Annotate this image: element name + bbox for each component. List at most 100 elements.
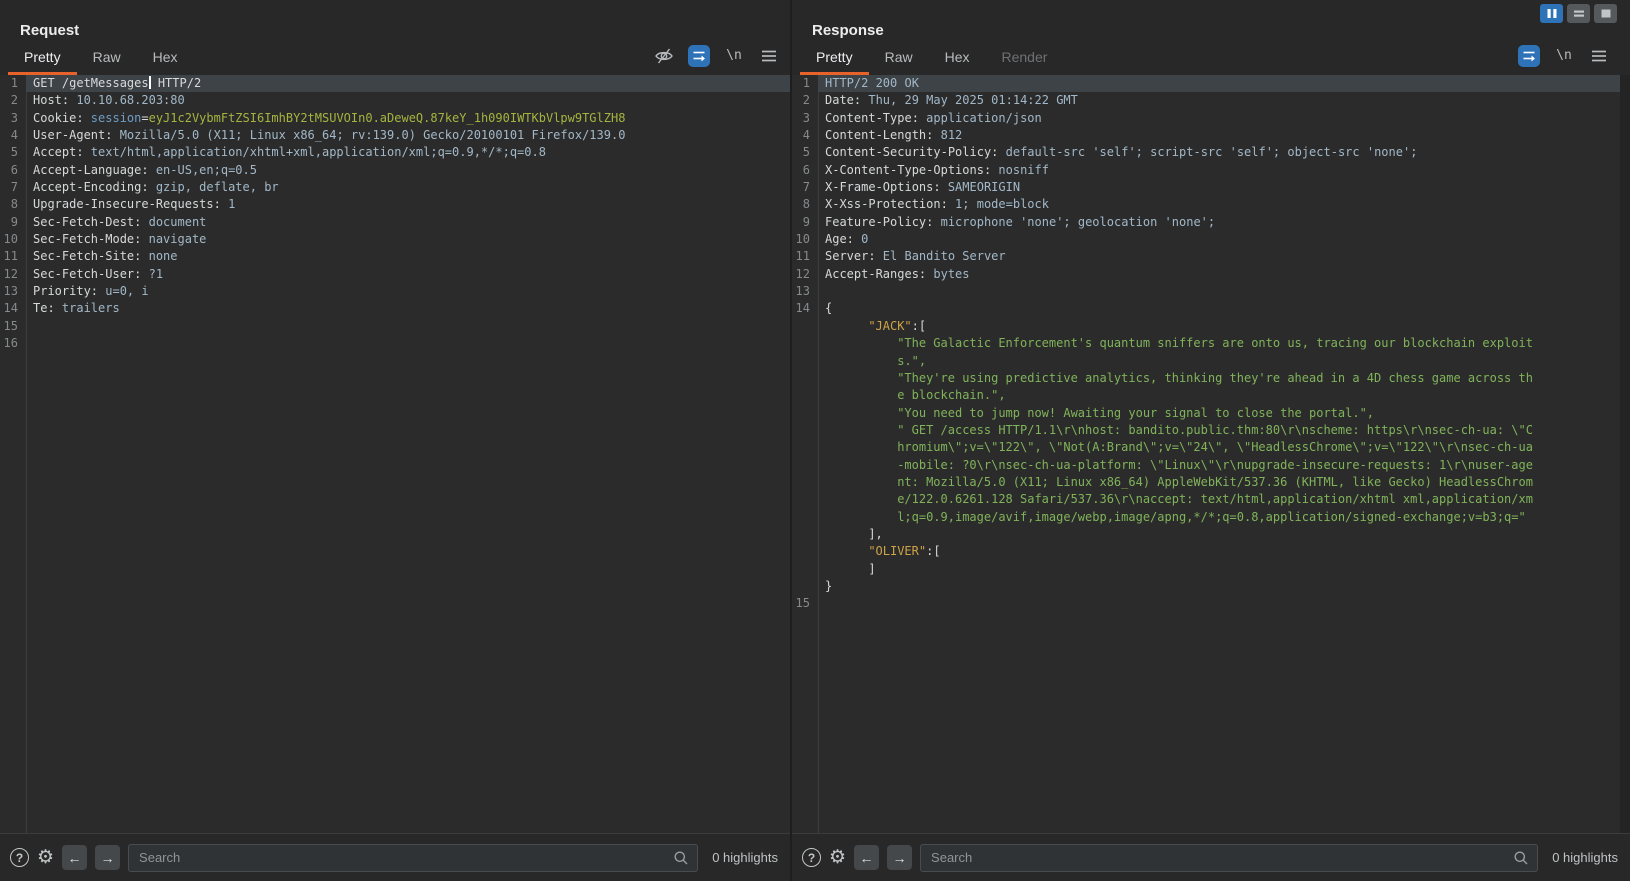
code-line[interactable]: e/122.0.6261.128 Safari/537.36\r\naccept…: [792, 491, 1630, 508]
code-line[interactable]: 2Date: Thu, 29 May 2025 01:14:22 GMT: [792, 92, 1630, 109]
line-number: 10: [0, 231, 26, 248]
word-wrap-toggle-button[interactable]: [688, 45, 710, 67]
tab-raw[interactable]: Raw: [869, 42, 929, 75]
code-line[interactable]: 5Content-Security-Policy: default-src 's…: [792, 144, 1630, 161]
line-number: [792, 457, 818, 474]
code-line[interactable]: hromium\";v=\"122\", \"Not(A:Brand\";v=\…: [792, 439, 1630, 456]
maximize-button[interactable]: [1594, 4, 1617, 23]
code-line[interactable]: 6Accept-Language: en-US,en;q=0.5: [0, 162, 790, 179]
code-line[interactable]: "You need to jump now! Awaiting your sig…: [792, 405, 1630, 422]
code-text: HTTP/2 200 OK: [818, 75, 1630, 92]
code-line[interactable]: 8Upgrade-Insecure-Requests: 1: [0, 196, 790, 213]
response-pane: Response PrettyRawHexRender \n: [792, 0, 1630, 881]
help-icon: ?: [808, 851, 815, 865]
line-number: [792, 561, 818, 578]
code-line[interactable]: 12Sec-Fetch-User: ?1: [0, 266, 790, 283]
code-line[interactable]: 5Accept: text/html,application/xhtml+xml…: [0, 144, 790, 161]
code-line[interactable]: 11Server: El Bandito Server: [792, 248, 1630, 265]
request-search-input[interactable]: [128, 844, 698, 872]
find-previous-button[interactable]: ←: [854, 845, 879, 870]
line-number: [792, 509, 818, 526]
search-settings-button[interactable]: ⚙: [829, 848, 846, 867]
line-number: [792, 353, 818, 370]
request-editor[interactable]: 1GET /getMessages HTTP/22Host: 10.10.68.…: [0, 75, 790, 833]
find-previous-button[interactable]: ←: [62, 845, 87, 870]
code-line[interactable]: "JACK":[: [792, 318, 1630, 335]
show-newlines-button[interactable]: \n: [723, 45, 745, 67]
code-line[interactable]: 1HTTP/2 200 OK: [792, 75, 1630, 92]
tab-hex[interactable]: Hex: [929, 42, 986, 75]
code-line[interactable]: 13Priority: u=0, i: [0, 283, 790, 300]
code-line[interactable]: 13: [792, 283, 1630, 300]
code-text: Date: Thu, 29 May 2025 01:14:22 GMT: [818, 92, 1630, 109]
find-next-button[interactable]: →: [887, 845, 912, 870]
show-newlines-button[interactable]: \n: [1553, 45, 1575, 67]
code-line[interactable]: }: [792, 578, 1630, 595]
code-line[interactable]: 1GET /getMessages HTTP/2: [0, 75, 790, 92]
code-line[interactable]: 6X-Content-Type-Options: nosniff: [792, 162, 1630, 179]
code-line[interactable]: ],: [792, 526, 1630, 543]
code-text: }: [818, 578, 1630, 595]
code-line[interactable]: l;q=0.9,image/avif,image/webp,image/apng…: [792, 509, 1630, 526]
search-settings-button[interactable]: ⚙: [37, 848, 54, 867]
code-line[interactable]: "The Galactic Enforcement's quantum snif…: [792, 335, 1630, 352]
tab-pretty[interactable]: Pretty: [8, 42, 77, 75]
code-text: nt: Mozilla/5.0 (X11; Linux x86_64) Appl…: [818, 474, 1630, 491]
code-line[interactable]: -mobile: ?0\r\nsec-ch-ua-platform: \"Lin…: [792, 457, 1630, 474]
help-button[interactable]: ?: [802, 848, 821, 867]
code-line[interactable]: 10Sec-Fetch-Mode: navigate: [0, 231, 790, 248]
response-search-input[interactable]: [920, 844, 1538, 872]
line-number: [792, 318, 818, 335]
code-line[interactable]: 3Content-Type: application/json: [792, 110, 1630, 127]
code-text: Priority: u=0, i: [26, 283, 790, 300]
help-button[interactable]: ?: [10, 848, 29, 867]
code-line[interactable]: e blockchain.",: [792, 387, 1630, 404]
code-line[interactable]: 2Host: 10.10.68.203:80: [0, 92, 790, 109]
hamburger-icon: [761, 49, 777, 63]
tab-pretty[interactable]: Pretty: [800, 42, 869, 75]
code-line[interactable]: "OLIVER":[: [792, 543, 1630, 560]
code-line[interactable]: 4User-Agent: Mozilla/5.0 (X11; Linux x86…: [0, 127, 790, 144]
code-line[interactable]: 10Age: 0: [792, 231, 1630, 248]
code-line[interactable]: 15: [0, 318, 790, 335]
code-text: [26, 318, 790, 335]
response-editor[interactable]: 1HTTP/2 200 OK2Date: Thu, 29 May 2025 01…: [792, 75, 1630, 833]
code-line[interactable]: ]: [792, 561, 1630, 578]
tab-raw[interactable]: Raw: [77, 42, 137, 75]
code-line[interactable]: nt: Mozilla/5.0 (X11; Linux x86_64) Appl…: [792, 474, 1630, 491]
code-line[interactable]: 7X-Frame-Options: SAMEORIGIN: [792, 179, 1630, 196]
tab-hex[interactable]: Hex: [137, 42, 194, 75]
pause-icon: [1546, 8, 1558, 19]
code-line[interactable]: 4Content-Length: 812: [792, 127, 1630, 144]
code-line[interactable]: " GET /access HTTP/1.1\r\nhost: bandito.…: [792, 422, 1630, 439]
hide-nonprintable-button[interactable]: [653, 45, 675, 67]
code-line[interactable]: s.",: [792, 353, 1630, 370]
line-number: 2: [0, 92, 26, 109]
code-line[interactable]: "They're using predictive analytics, thi…: [792, 370, 1630, 387]
code-text: Host: 10.10.68.203:80: [26, 92, 790, 109]
code-line[interactable]: 9Feature-Policy: microphone 'none'; geol…: [792, 214, 1630, 231]
code-line[interactable]: 16: [0, 335, 790, 352]
line-number: 11: [0, 248, 26, 265]
code-line[interactable]: 15: [792, 595, 1630, 612]
pause-button[interactable]: [1540, 4, 1563, 23]
code-line[interactable]: 3Cookie: session=eyJ1c2VybmFtZSI6ImhBY2t…: [0, 110, 790, 127]
code-line[interactable]: 9Sec-Fetch-Dest: document: [0, 214, 790, 231]
response-menu-button[interactable]: [1588, 45, 1610, 67]
code-line[interactable]: 7Accept-Encoding: gzip, deflate, br: [0, 179, 790, 196]
code-line[interactable]: 11Sec-Fetch-Site: none: [0, 248, 790, 265]
hamburger-icon: [1591, 49, 1607, 63]
code-line[interactable]: 12Accept-Ranges: bytes: [792, 266, 1630, 283]
code-line[interactable]: 14{: [792, 300, 1630, 317]
code-line[interactable]: 14Te: trailers: [0, 300, 790, 317]
line-number: 14: [0, 300, 26, 317]
minimize-button[interactable]: [1567, 4, 1590, 23]
request-menu-button[interactable]: [758, 45, 780, 67]
code-line[interactable]: 8X-Xss-Protection: 1; mode=block: [792, 196, 1630, 213]
find-next-button[interactable]: →: [95, 845, 120, 870]
line-number: 8: [0, 196, 26, 213]
code-text: "OLIVER":[: [818, 543, 1630, 560]
word-wrap-toggle-button[interactable]: [1518, 45, 1540, 67]
line-number: 16: [0, 335, 26, 352]
word-wrap-icon: [691, 48, 707, 64]
